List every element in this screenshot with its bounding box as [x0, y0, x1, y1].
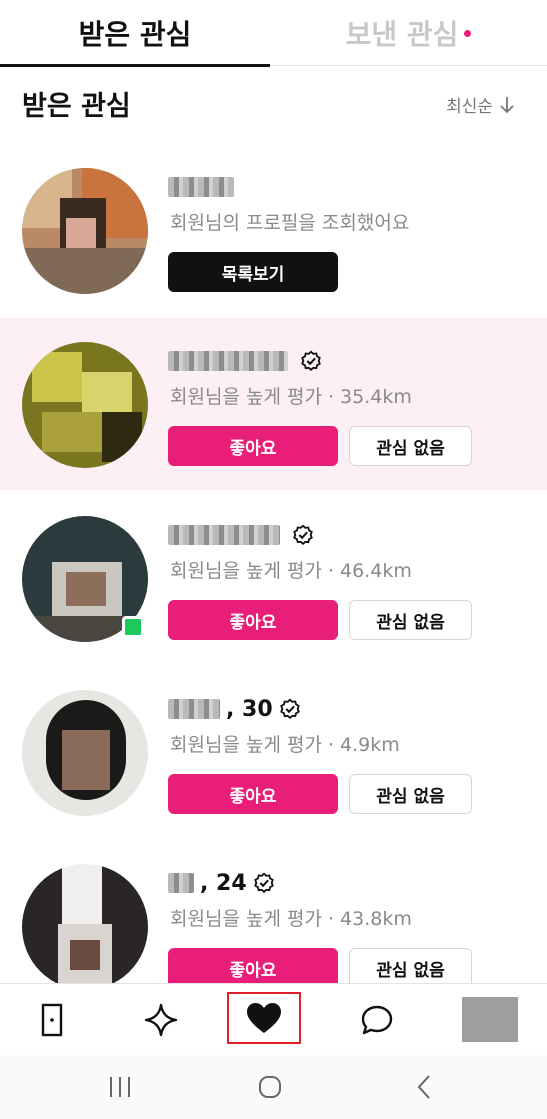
- not-interested-button[interactable]: 관심 없음: [349, 600, 472, 640]
- view-list-button[interactable]: 목록보기: [168, 252, 338, 292]
- not-interested-button[interactable]: 관심 없음: [349, 948, 472, 988]
- list-item[interactable]: 회원님의 프로필을 조회했어요 목록보기: [0, 144, 547, 316]
- avatar[interactable]: [22, 690, 148, 816]
- activity-description: 회원님의 프로필을 조회했어요: [170, 212, 410, 234]
- blurred-name: [168, 525, 280, 545]
- blurred-name: [168, 177, 234, 197]
- like-button[interactable]: 좋아요: [168, 426, 338, 466]
- user-name: [168, 346, 322, 376]
- verified-badge-icon: [293, 524, 313, 546]
- user-name: , 30: [168, 694, 301, 724]
- nav-chat[interactable]: [347, 990, 407, 1050]
- verified-badge-icon: [301, 350, 321, 372]
- home-button[interactable]: [250, 1069, 290, 1105]
- user-name: [168, 520, 314, 550]
- like-button[interactable]: 좋아요: [168, 774, 338, 814]
- back-button[interactable]: [404, 1069, 444, 1105]
- bottom-navigation: [0, 983, 547, 1055]
- not-interested-button[interactable]: 관심 없음: [349, 426, 472, 466]
- name-suffix: , 30: [226, 696, 273, 722]
- system-navigation-bar: [0, 1055, 547, 1119]
- back-icon: [417, 1075, 430, 1099]
- like-button[interactable]: 좋아요: [168, 600, 338, 640]
- online-status-icon: [122, 616, 144, 638]
- activity-description: 회원님을 높게 평가 · 35.4km: [170, 386, 412, 408]
- list-item[interactable]: 회원님을 높게 평가 · 46.4km 좋아요 관심 없음: [0, 492, 547, 664]
- recent-apps-icon: [110, 1077, 130, 1097]
- like-button[interactable]: 좋아요: [168, 948, 338, 988]
- heart-icon: [247, 1003, 281, 1033]
- nav-discover[interactable]: [131, 990, 191, 1050]
- verified-badge-icon: [253, 872, 274, 894]
- new-indicator-dot: [464, 29, 472, 37]
- activity-description: 회원님을 높게 평가 · 43.8km: [170, 908, 412, 930]
- avatar[interactable]: [22, 864, 148, 990]
- activity-description: 회원님을 높게 평가 · 4.9km: [170, 734, 400, 756]
- avatar[interactable]: [22, 342, 148, 468]
- blurred-name: [168, 873, 194, 893]
- section-title: 받은 관심: [22, 91, 131, 122]
- door-icon: [41, 1003, 63, 1037]
- arrow-down-icon: [500, 96, 514, 113]
- nav-interest-focus[interactable]: [227, 992, 301, 1044]
- avatar[interactable]: [22, 168, 148, 294]
- tab-received-interest[interactable]: 받은 관심: [0, 0, 270, 67]
- tab-received-label: 받은 관심: [78, 18, 192, 51]
- blurred-name: [168, 699, 220, 719]
- user-name: , 24: [168, 868, 275, 898]
- name-suffix: , 24: [200, 870, 247, 896]
- nav-home[interactable]: [22, 990, 82, 1050]
- tab-sent-label: 보낸 관심: [345, 18, 459, 51]
- sparkle-icon: [144, 1003, 178, 1037]
- home-icon: [259, 1076, 281, 1098]
- list-item[interactable]: 회원님을 높게 평가 · 35.4km 좋아요 관심 없음: [0, 318, 547, 490]
- tab-sent-interest[interactable]: 보낸 관심: [270, 0, 547, 66]
- verified-badge-icon: [279, 698, 300, 720]
- list-item[interactable]: , 30 회원님을 높게 평가 · 4.9km 좋아요 관심 없음: [0, 666, 547, 838]
- activity-description: 회원님을 높게 평가 · 46.4km: [170, 560, 412, 582]
- tab-bar: 받은 관심 보낸 관심: [0, 0, 547, 67]
- not-interested-button[interactable]: 관심 없음: [349, 774, 472, 814]
- profile-avatar[interactable]: [462, 997, 518, 1042]
- sort-label: 최신순: [446, 97, 493, 117]
- user-name: [168, 172, 240, 202]
- chat-bubble-icon: [361, 1005, 393, 1035]
- sort-button[interactable]: 최신순: [446, 92, 515, 117]
- recent-apps-button[interactable]: [100, 1069, 140, 1105]
- blurred-name: [168, 351, 288, 371]
